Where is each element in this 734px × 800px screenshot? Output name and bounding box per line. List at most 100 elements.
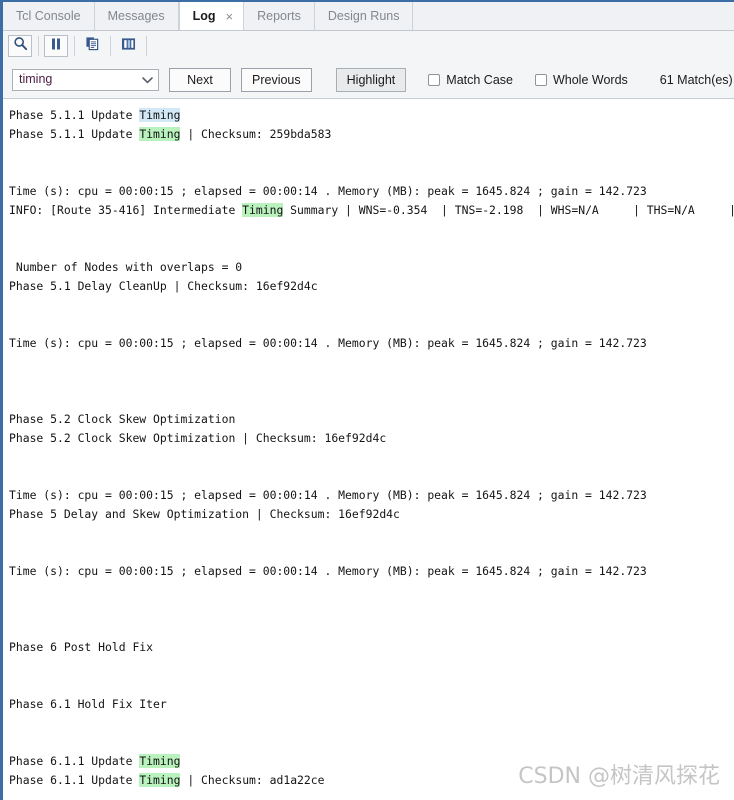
- toolbar-separator-4: [146, 36, 147, 56]
- tab-bar: Tcl Console Messages Log × Reports Design Run…: [3, 0, 734, 31]
- log-text: INFO: [Route 35-416] Intermediate: [9, 203, 243, 217]
- log-text-view[interactable]: Phase 5.1.1 Update Timing Phase 5.1.1 Upd…: [3, 100, 734, 800]
- log-text: Phase 5.1.1 Update: [9, 108, 140, 122]
- log-text: Summary | WNS=-0.354 | TNS=-2.198 | WHS=…: [283, 203, 734, 217]
- toolbar-separator-2: [74, 36, 75, 56]
- log-text: | Checksum: 259bda583: [180, 127, 332, 141]
- log-line: Phase 5.2 Clock Skew Optimization: [9, 410, 734, 429]
- search-input-value: timing: [19, 73, 53, 86]
- chevron-down-icon[interactable]: [141, 73, 154, 86]
- highlight-button[interactable]: Highlight: [335, 67, 407, 92]
- match-case-checkbox-box: [428, 73, 441, 86]
- table-view-icon-button[interactable]: [116, 35, 140, 57]
- log-text: | Checksum: ad1a22ce: [180, 773, 325, 787]
- find-bar: timing Next Previous Highlight Match Cas…: [3, 61, 734, 99]
- log-line: Phase 6.1.1 Update Timing | Checksum: ad…: [9, 771, 734, 790]
- log-text: Phase 6.1 Hold Fix Iter: [9, 697, 167, 711]
- log-line: Phase 6 Post Hold Fix: [9, 638, 734, 657]
- log-line: Phase 5.1 Delay CleanUp | Checksum: 16ef…: [9, 277, 734, 296]
- log-line: Phase 5.1.1 Update Timing | Checksum: 25…: [9, 125, 734, 144]
- match-case-checkbox[interactable]: Match Case: [428, 73, 513, 87]
- log-text: Phase 5.1.1 Update: [9, 127, 140, 141]
- log-text: Phase 5.2 Clock Skew Optimization: [9, 412, 236, 426]
- copy-document-icon-button[interactable]: [80, 35, 104, 57]
- whole-words-checkbox-box: [534, 73, 547, 86]
- search-match-highlight: Timing: [139, 754, 181, 768]
- close-icon[interactable]: ×: [226, 10, 234, 23]
- log-panel-window: Tcl Console Messages Log × Reports Design Run…: [0, 0, 734, 800]
- log-line: Time (s): cpu = 00:00:15 ; elapsed = 00:…: [9, 562, 734, 581]
- tab-label: Log: [192, 9, 216, 23]
- copy-document-icon: [85, 36, 100, 56]
- log-line: Number of Nodes with overlaps = 0: [9, 258, 734, 277]
- toolbar-separator-3: [110, 36, 111, 56]
- toolbar-separator-1: [38, 36, 39, 56]
- log-line: Time (s): cpu = 00:00:15 ; elapsed = 00:…: [9, 486, 734, 505]
- whole-words-label: Whole Words: [552, 72, 628, 87]
- search-input[interactable]: timing: [12, 68, 159, 91]
- tab-log[interactable]: Log ×: [178, 2, 245, 30]
- search-match-highlight: Timing: [139, 127, 181, 141]
- tab-bar-empty-space: [413, 2, 734, 30]
- log-line: INFO: [Route 35-416] Intermediate Timing…: [9, 201, 734, 220]
- tab-label: Tcl Console: [16, 9, 81, 23]
- match-case-label: Match Case: [446, 72, 513, 87]
- search-match-highlight: Timing: [242, 203, 284, 217]
- search-match-highlight: Timing: [139, 773, 181, 787]
- log-text: Phase 6.1.1 Update: [9, 773, 140, 787]
- log-line: Phase 5 Delay and Skew Optimization | Ch…: [9, 505, 734, 524]
- log-text: Phase 5 Delay and Skew Optimization | Ch…: [9, 507, 400, 521]
- tab-tcl-console[interactable]: Tcl Console: [3, 2, 95, 30]
- log-line: Phase 5.2 Clock Skew Optimization | Chec…: [9, 429, 734, 448]
- previous-button[interactable]: Previous: [241, 67, 312, 92]
- previous-button-label: Previous: [252, 72, 301, 87]
- pause-icon: [49, 37, 63, 56]
- log-text: Number of Nodes with overlaps = 0: [9, 260, 243, 274]
- tab-messages[interactable]: Messages: [95, 2, 179, 30]
- tab-label: Reports: [257, 9, 301, 23]
- search-current-match-highlight: Timing: [139, 108, 181, 122]
- pause-icon-button[interactable]: [44, 35, 68, 57]
- tab-design-runs[interactable]: Design Runs: [315, 2, 414, 30]
- log-text: Time (s): cpu = 00:00:15 ; elapsed = 00:…: [9, 336, 647, 350]
- log-line: Phase 6.1 Hold Fix Iter: [9, 695, 734, 714]
- log-icon-toolbar: [3, 31, 734, 61]
- log-text: Phase 5.1 Delay CleanUp | Checksum: 16ef…: [9, 279, 318, 293]
- whole-words-checkbox[interactable]: Whole Words: [534, 72, 628, 87]
- tab-reports[interactable]: Reports: [244, 2, 315, 30]
- log-text: Time (s): cpu = 00:00:15 ; elapsed = 00:…: [9, 488, 647, 502]
- log-text: Phase 5.2 Clock Skew Optimization | Chec…: [9, 431, 387, 445]
- match-count-status: 61 Match(es): [659, 72, 733, 87]
- tab-label: Messages: [107, 9, 165, 23]
- search-icon-button[interactable]: [8, 35, 32, 57]
- log-line: Time (s): cpu = 00:00:15 ; elapsed = 00:…: [9, 334, 734, 353]
- log-text: Time (s): cpu = 00:00:15 ; elapsed = 00:…: [9, 184, 647, 198]
- log-line: Time (s): cpu = 00:00:15 ; elapsed = 00:…: [9, 182, 734, 201]
- log-text: Time (s): cpu = 00:00:15 ; elapsed = 00:…: [9, 564, 647, 578]
- tab-label: Design Runs: [327, 9, 400, 23]
- log-text: Phase 6.1.1 Update: [9, 754, 140, 768]
- table-view-icon: [121, 37, 136, 56]
- log-text: Phase 6 Post Hold Fix: [9, 640, 154, 654]
- next-button[interactable]: Next: [169, 67, 231, 92]
